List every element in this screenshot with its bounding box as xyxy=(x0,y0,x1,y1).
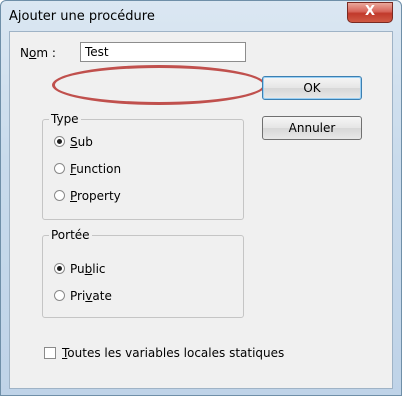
scope-group-legend: Portée xyxy=(51,228,90,242)
title-bar: Ajouter une procédure X xyxy=(1,1,401,29)
checkbox-icon xyxy=(44,347,56,359)
radio-sub[interactable]: Sub xyxy=(54,135,93,151)
radio-selected-icon xyxy=(54,263,65,274)
radio-icon xyxy=(54,290,65,301)
window-title: Ajouter une procédure xyxy=(9,9,155,24)
type-group-legend: Type xyxy=(51,112,79,126)
name-label: Nom : xyxy=(20,46,56,60)
static-variables-checkbox[interactable]: Toutes les variables locales statiques xyxy=(44,346,284,360)
ok-button[interactable]: OK xyxy=(262,76,362,100)
close-icon: X xyxy=(364,4,376,19)
radio-icon xyxy=(54,190,65,201)
radio-property[interactable]: Property xyxy=(54,189,121,205)
radio-function[interactable]: Function xyxy=(54,162,121,178)
highlight-oval xyxy=(52,65,266,105)
radio-icon xyxy=(54,163,65,174)
radio-selected-icon xyxy=(54,136,65,147)
radio-private[interactable]: Private xyxy=(54,289,112,305)
name-input[interactable]: Test xyxy=(80,42,246,62)
cancel-button[interactable]: Annuler xyxy=(262,116,362,140)
close-button[interactable]: X xyxy=(347,2,393,23)
radio-public[interactable]: Public xyxy=(54,262,106,278)
